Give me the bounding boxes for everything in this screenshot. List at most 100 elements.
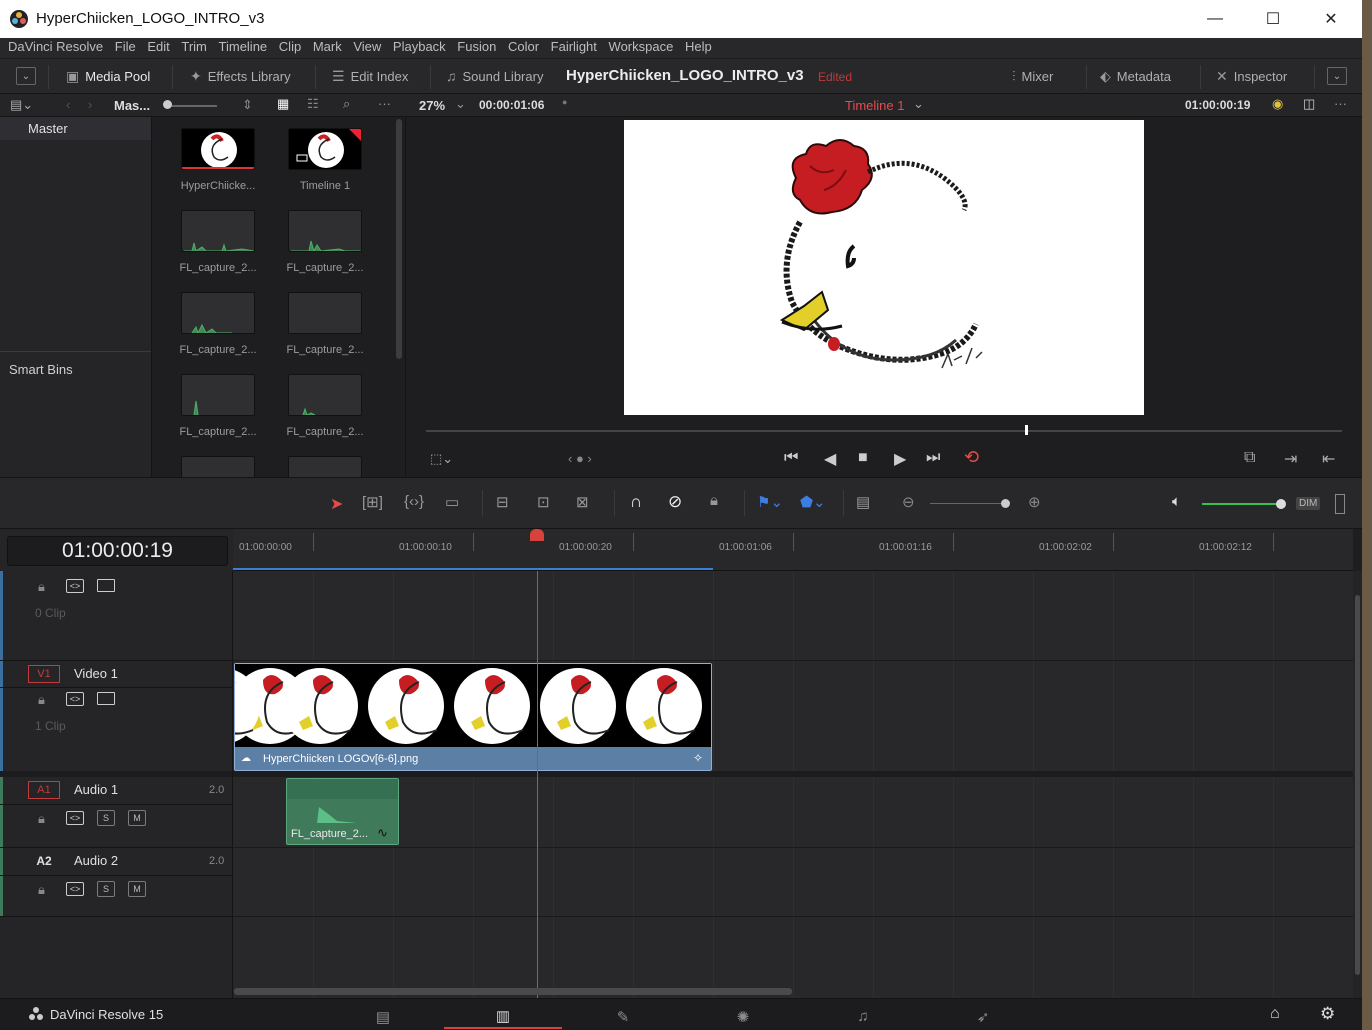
- media-thumbnail[interactable]: [181, 456, 255, 477]
- list-view-icon[interactable]: ☷: [307, 96, 319, 112]
- timeline-vscroll[interactable]: [1353, 571, 1362, 998]
- insert-clip-icon[interactable]: ⊟: [496, 493, 509, 511]
- menu-timeline[interactable]: Timeline: [219, 38, 268, 56]
- track-tag-v1[interactable]: V1: [28, 665, 60, 683]
- color-wheel-icon[interactable]: ◉: [1272, 96, 1283, 112]
- video-clip[interactable]: ☁ HyperChiicken LOGOv[6-6].png ✧: [234, 663, 712, 771]
- minimize-button[interactable]: —: [1186, 0, 1244, 38]
- fusion-page-icon[interactable]: ✎: [564, 1004, 682, 1029]
- trim-tool-icon[interactable]: [⊞]: [362, 493, 383, 511]
- dynamic-trim-icon[interactable]: {‹›}: [404, 493, 424, 510]
- menu-fusion[interactable]: Fusion: [457, 38, 496, 56]
- home-icon[interactable]: ⌂: [1270, 1005, 1280, 1023]
- menu-edit[interactable]: Edit: [147, 38, 169, 56]
- dim-button[interactable]: DIM: [1296, 497, 1321, 510]
- deliver-page-icon[interactable]: ➶: [924, 1004, 1042, 1029]
- auto-select-icon[interactable]: <>: [66, 692, 84, 706]
- inspector-button[interactable]: ✕ Inspector: [1216, 68, 1287, 85]
- media-pool-button[interactable]: ▣ Media Pool: [66, 68, 150, 85]
- viewer-frame[interactable]: [624, 120, 1144, 415]
- track-tag-a1[interactable]: A1: [28, 781, 60, 799]
- menu-file[interactable]: File: [115, 38, 136, 56]
- previous-edit-icon[interactable]: ⇤: [1322, 449, 1335, 469]
- overwrite-clip-icon[interactable]: ⊡: [537, 493, 550, 511]
- flag-icon[interactable]: ⚑⌄: [757, 493, 783, 511]
- bin-list-icon[interactable]: ▤⌄: [10, 97, 33, 113]
- auto-select-icon[interactable]: <>: [66, 882, 84, 896]
- track-tag-a2[interactable]: A2: [28, 852, 60, 870]
- menu-clip[interactable]: Clip: [279, 38, 301, 56]
- menu-workspace[interactable]: Workspace: [609, 38, 674, 56]
- viewer-overlay-icon[interactable]: ⬚⌄: [430, 451, 453, 467]
- audio-thumbnail[interactable]: [288, 292, 362, 334]
- lock-icon[interactable]: 🔒︎: [38, 579, 45, 595]
- gear-icon[interactable]: ⚙: [1320, 1004, 1335, 1024]
- menu-playback[interactable]: Playback: [393, 38, 446, 56]
- track-name[interactable]: Audio 1: [74, 782, 118, 797]
- edit-page-icon[interactable]: ▥: [444, 1004, 562, 1029]
- mute-button[interactable]: M: [128, 881, 146, 897]
- replace-clip-icon[interactable]: ⊠: [576, 493, 589, 511]
- snapping-icon[interactable]: ∩: [630, 492, 642, 512]
- lock-icon[interactable]: 🔒︎: [38, 692, 45, 708]
- audio-thumbnail[interactable]: [181, 210, 255, 252]
- lock-icon[interactable]: 🔒︎: [38, 882, 45, 898]
- timeline-tracks[interactable]: ☁ HyperChiicken LOGOv[6-6].png ✧ FL_capt…: [233, 571, 1353, 998]
- slider-handle[interactable]: [163, 100, 172, 109]
- next-edit-icon[interactable]: ⇥: [1284, 449, 1297, 469]
- fairlight-page-icon[interactable]: ♫: [804, 1004, 922, 1029]
- timeline-scrollbar[interactable]: [234, 988, 792, 995]
- menu-color[interactable]: Color: [508, 38, 539, 56]
- menu-trim[interactable]: Trim: [181, 38, 207, 56]
- sort-icon[interactable]: ⇕: [242, 97, 253, 113]
- media-thumbnail[interactable]: [288, 456, 362, 477]
- play-icon[interactable]: ▶: [894, 449, 906, 469]
- jog-wheel-icon[interactable]: ‹ ● ›: [568, 451, 592, 466]
- go-to-start-icon[interactable]: ⏮: [784, 449, 798, 467]
- menu-fairlight[interactable]: Fairlight: [551, 38, 597, 56]
- timeline-name[interactable]: Timeline 1: [845, 98, 904, 113]
- position-lock-icon[interactable]: 🔒︎: [710, 492, 718, 509]
- linked-selection-icon[interactable]: ⊘: [668, 492, 682, 512]
- volume-slider-handle[interactable]: [1276, 499, 1286, 509]
- go-to-end-icon[interactable]: ⏭: [926, 449, 940, 467]
- volume-icon[interactable]: 🔈︎: [1172, 493, 1181, 510]
- panel-toggle-icon[interactable]: ⌄: [16, 67, 36, 85]
- timeline-timecode[interactable]: 01:00:00:19: [7, 536, 228, 566]
- auto-select-icon[interactable]: <>: [66, 579, 84, 593]
- thumbnail-size-slider[interactable]: [165, 105, 217, 107]
- close-button[interactable]: ✕: [1302, 0, 1360, 38]
- sound-library-button[interactable]: ♫ Sound Library: [446, 68, 543, 84]
- zoom-mode-icon[interactable]: ▤: [856, 493, 870, 511]
- menu-view[interactable]: View: [353, 38, 381, 56]
- volume-slider[interactable]: [1202, 503, 1282, 505]
- more-options-icon[interactable]: ···: [378, 96, 391, 111]
- search-icon[interactable]: ⌕: [343, 96, 350, 112]
- zoom-slider-handle[interactable]: [1001, 499, 1010, 508]
- chevron-down-icon[interactable]: ⌄: [455, 96, 466, 112]
- panel-expand-icon[interactable]: ⌄: [1327, 67, 1347, 85]
- auto-select-icon[interactable]: <>: [66, 811, 84, 825]
- audio-clip[interactable]: FL_capture_2... ∿: [286, 778, 399, 845]
- solo-button[interactable]: S: [97, 881, 115, 897]
- play-reverse-icon[interactable]: ◀: [824, 449, 836, 469]
- lock-icon[interactable]: 🔒︎: [38, 811, 45, 827]
- playhead-handle[interactable]: [530, 529, 544, 541]
- solo-button[interactable]: S: [97, 810, 115, 826]
- blade-tool-icon[interactable]: ▭: [445, 493, 459, 511]
- audio-thumbnail[interactable]: [181, 292, 255, 334]
- marker-icon[interactable]: ⬟⌄: [800, 493, 826, 511]
- match-frame-icon[interactable]: ⧉: [1244, 449, 1255, 467]
- mute-button[interactable]: M: [128, 810, 146, 826]
- selection-tool-icon[interactable]: ➤: [330, 494, 343, 514]
- more-options-icon[interactable]: ···: [1334, 96, 1347, 111]
- audio-meter-icon[interactable]: [1335, 494, 1345, 514]
- menu-help[interactable]: Help: [685, 38, 712, 56]
- media-thumbnail[interactable]: [288, 128, 362, 170]
- video-enable-icon[interactable]: [97, 692, 115, 705]
- metadata-button[interactable]: ⬖ Metadata: [1100, 68, 1171, 85]
- video-enable-icon[interactable]: [97, 579, 115, 592]
- scrubber-track[interactable]: [426, 430, 1342, 432]
- edit-index-button[interactable]: ☰ Edit Index: [332, 68, 408, 85]
- audio-thumbnail[interactable]: [288, 210, 362, 252]
